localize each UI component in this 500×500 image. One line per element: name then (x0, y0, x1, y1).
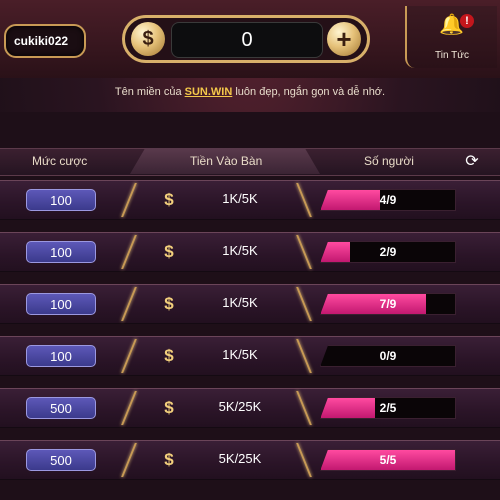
dollar-coin-icon: $ (164, 398, 174, 417)
players-bar: 5/5 (320, 449, 456, 471)
row-divider (121, 287, 137, 321)
players-count: 5/5 (379, 453, 397, 467)
username-box[interactable]: cukiki022 (4, 24, 86, 58)
row-divider (296, 235, 312, 269)
room-row[interactable]: 500 $5K/25K 5/5 (0, 440, 500, 480)
row-divider (121, 339, 137, 373)
dollar-coin-icon: $ (164, 242, 174, 261)
dollar-coin-icon: $ (164, 294, 174, 313)
username: cukiki022 (14, 34, 69, 48)
notice-prefix: Tên miền của (114, 86, 185, 98)
alert-badge: ! (460, 14, 474, 28)
players-count: 2/9 (379, 245, 397, 259)
entry-fee: 1K/5K (222, 243, 258, 258)
dollar-coin-icon: $ (164, 346, 174, 365)
bet-amount: 100 (26, 189, 96, 211)
bet-amount: 500 (26, 449, 96, 471)
players-bar: 7/9 (320, 293, 456, 315)
players-count: 4/9 (379, 193, 397, 207)
room-row[interactable]: 100 $1K/5K 2/9 (0, 232, 500, 272)
top-bar: cukiki022 $ 0 + 🔔 ! Tin Tức (0, 0, 500, 78)
dollar-coin-icon: $ (164, 190, 174, 209)
header-players: Số người (364, 154, 414, 168)
players-count: 7/9 (379, 297, 397, 311)
players-bar: 2/9 (320, 241, 456, 263)
brand-link[interactable]: SUN.WIN (185, 86, 233, 98)
row-divider (121, 235, 137, 269)
entry-fee: 5K/25K (218, 399, 262, 414)
row-divider (296, 183, 312, 217)
row-divider (121, 391, 137, 425)
dollar-coin-icon: $ (164, 450, 174, 469)
refresh-icon[interactable]: ⟳ (462, 153, 482, 171)
players-count: 0/9 (379, 349, 397, 363)
row-divider (121, 183, 137, 217)
row-divider (121, 443, 137, 477)
row-divider (296, 287, 312, 321)
entry-fee: 1K/5K (222, 295, 258, 310)
bet-amount: 100 (26, 345, 96, 367)
header-bet: Mức cược (32, 154, 88, 168)
plus-icon: + (336, 23, 352, 54)
entry-fee: 1K/5K (222, 347, 258, 362)
news-label: Tin Tức (435, 50, 469, 61)
entry-fee: 1K/5K (222, 191, 258, 206)
balance-value: 0 (171, 22, 323, 58)
balance-bar: $ 0 + (122, 15, 370, 63)
room-row[interactable]: 100 $1K/5K 4/9 (0, 180, 500, 220)
players-bar: 0/9 (320, 345, 456, 367)
notice-suffix: luôn đẹp, ngắn gọn và dễ nhớ. (232, 86, 386, 98)
room-row[interactable]: 100 $1K/5K 7/9 (0, 284, 500, 324)
bet-amount: 500 (26, 397, 96, 419)
bet-amount: 100 (26, 293, 96, 315)
row-divider (296, 339, 312, 373)
players-count: 2/5 (379, 401, 397, 415)
dollar-coin-icon: $ (131, 22, 165, 56)
players-bar: 2/5 (320, 397, 456, 419)
news-button[interactable]: 🔔 ! Tin Tức (405, 6, 497, 68)
players-bar: 4/9 (320, 189, 456, 211)
header-entry: Tiền Vào Bàn (190, 154, 263, 168)
bet-amount: 100 (26, 241, 96, 263)
domain-notice: Tên miền của SUN.WIN luôn đẹp, ngắn gọn … (0, 86, 500, 98)
row-divider (296, 443, 312, 477)
room-row[interactable]: 100 $1K/5K 0/9 (0, 336, 500, 376)
room-row[interactable]: 500 $5K/25K 2/5 (0, 388, 500, 428)
entry-fee: 5K/25K (218, 451, 262, 466)
table-header: Mức cược Tiền Vào Bàn Số người ⟳ (0, 148, 500, 176)
add-funds-button[interactable]: + (327, 22, 361, 56)
row-divider (296, 391, 312, 425)
